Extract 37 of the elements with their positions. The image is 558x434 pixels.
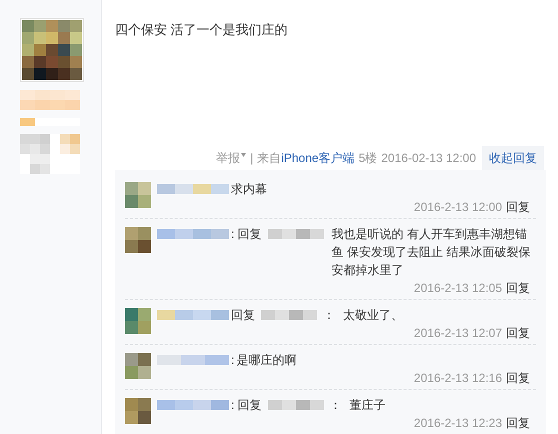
client-link[interactable]: iPhone客户端 [281,149,355,167]
comment-time: 2016-2-13 12:00 [414,199,502,216]
redacted-name [268,228,324,240]
comment-time: 2016-2-13 12:05 [414,280,502,297]
collapse-replies-button[interactable]: 收起回复 [482,146,544,170]
redacted-name [157,183,229,195]
reply-label: : 回复 [231,397,262,414]
reply-label: : 回复 [231,226,262,243]
post-content: 四个保安 活了一个是我们庄的 [115,21,289,39]
post-time: 2016-02-13 12:00 [381,150,476,167]
colon: ： [330,397,342,414]
reply-link[interactable]: 回复 [506,324,530,342]
from-label: 来自 [257,150,282,167]
reply-link[interactable]: 回复 [506,279,530,297]
reply-label: : [231,352,234,369]
reply-label: 回复 [231,307,255,324]
redacted-name [157,309,229,321]
comment-text: 董庄子 [350,397,387,414]
comment-time: 2016-2-13 12:23 [414,415,502,432]
redacted-name [268,399,324,411]
colon: ： [323,307,335,324]
comment-text: 是哪庄的啊 [236,352,298,369]
floor-number: 5楼 [358,150,378,167]
comment-text: 求内幕 [231,181,268,198]
comment-time: 2016-2-13 12:07 [414,325,502,342]
reply-link[interactable]: 回复 [506,369,530,387]
reply-link[interactable]: 回复 [506,198,530,216]
redacted-name [157,399,229,411]
redacted-name [261,309,317,321]
comment-text: 太敬业了、 [343,307,404,324]
redacted-name [157,354,229,366]
comment-time: 2016-2-13 12:16 [414,370,502,387]
reply-link[interactable]: 回复 [506,414,530,432]
caret-icon [241,153,246,157]
redacted-name [157,228,229,240]
comment-text: 我也是听说的 有人开车到惠丰湖想锚鱼 保安发现了去阻止 结果冰面破裂保安都掉水里了 [332,226,532,279]
tail-divider: | [250,150,254,167]
